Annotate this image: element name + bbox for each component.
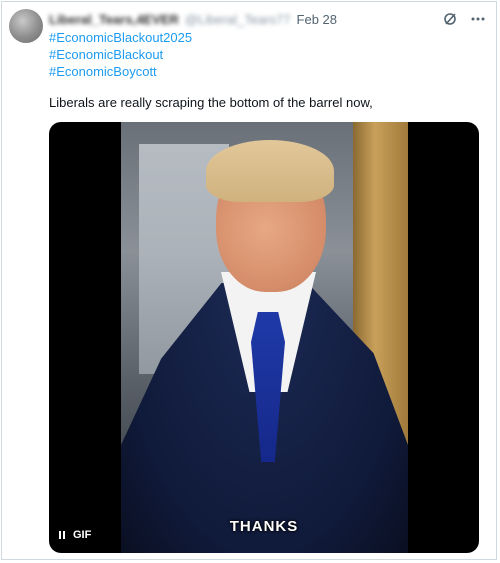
header-actions (442, 11, 486, 27)
pause-icon[interactable] (59, 531, 65, 539)
grok-icon[interactable] (442, 11, 458, 27)
gif-image (121, 122, 408, 553)
more-icon[interactable] (470, 11, 486, 27)
tweet-header: Liberal_Tears,4EVER @Liberal_Tears77 Feb… (49, 10, 486, 28)
hashtag-link[interactable]: #EconomicBoycott (49, 63, 192, 80)
hashtag-link[interactable]: #EconomicBlackout (49, 46, 192, 63)
hair (206, 140, 334, 202)
gif-badge: GIF (73, 529, 92, 541)
author-name[interactable]: Liberal_Tears,4EVER (49, 12, 179, 27)
tweet-date[interactable]: Feb 28 (297, 12, 337, 27)
tweet-card: Liberal_Tears,4EVER @Liberal_Tears77 Feb… (1, 1, 497, 560)
gif-caption: THANKS (229, 518, 299, 535)
gif-media[interactable]: THANKS GIF (49, 122, 479, 553)
hashtag-link[interactable]: #EconomicBlackout2025 (49, 29, 192, 46)
avatar[interactable] (9, 9, 43, 43)
hashtag-list: #EconomicBlackout2025 #EconomicBlackout … (49, 29, 192, 80)
tweet-text: Liberals are really scraping the bottom … (49, 95, 373, 110)
gif-controls: GIF (59, 529, 91, 541)
author-handle[interactable]: @Liberal_Tears77 (185, 12, 291, 27)
